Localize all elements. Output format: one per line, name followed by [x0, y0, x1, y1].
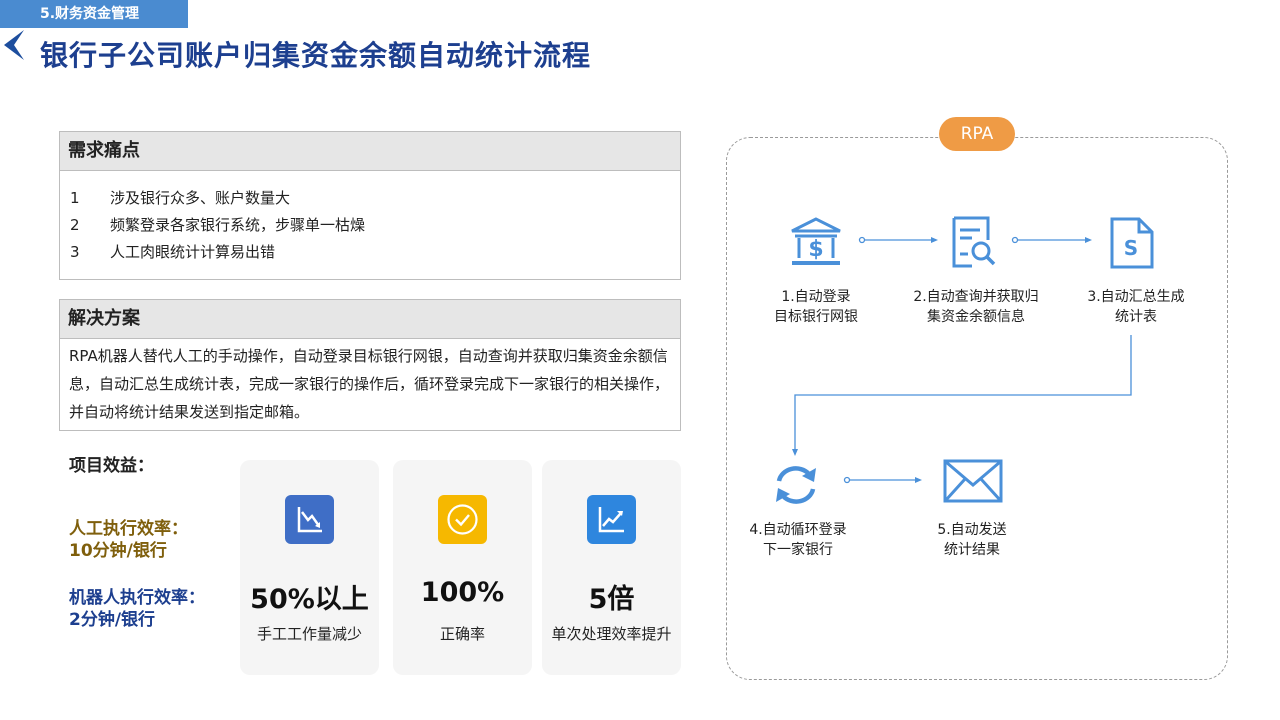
bank-icon: $: [791, 217, 841, 265]
step-line: 集资金余额信息: [927, 309, 1025, 325]
step-line: 3.自动汇总生成: [1087, 289, 1185, 305]
step-line: 下一家银行: [763, 542, 833, 558]
document-search-icon: [952, 216, 996, 268]
step-line: 2.自动查询并获取归: [913, 289, 1039, 305]
step-2-label: 2.自动查询并获取归 集资金余额信息: [906, 287, 1046, 327]
svg-text:$: $: [808, 237, 823, 262]
refresh-icon: [776, 466, 816, 504]
step-line: 统计表: [1115, 309, 1157, 325]
step-3-label: 3.自动汇总生成 统计表: [1076, 287, 1196, 327]
step-1-label: 1.自动登录 目标银行网银: [756, 287, 876, 327]
step-line: 5.自动发送: [937, 522, 1007, 538]
svg-text:S: S: [1124, 236, 1138, 260]
step-line: 4.自动循环登录: [749, 522, 847, 538]
step-line: 1.自动登录: [781, 289, 851, 305]
dollar-document-icon: S: [1110, 217, 1154, 269]
step-4-label: 4.自动循环登录 下一家银行: [738, 520, 858, 560]
mail-icon: [943, 459, 1003, 503]
flow-connectors: [792, 236, 1132, 484]
step-line: 统计结果: [944, 542, 1000, 558]
step-line: 目标银行网银: [774, 309, 858, 325]
step-5-label: 5.自动发送 统计结果: [912, 520, 1032, 560]
